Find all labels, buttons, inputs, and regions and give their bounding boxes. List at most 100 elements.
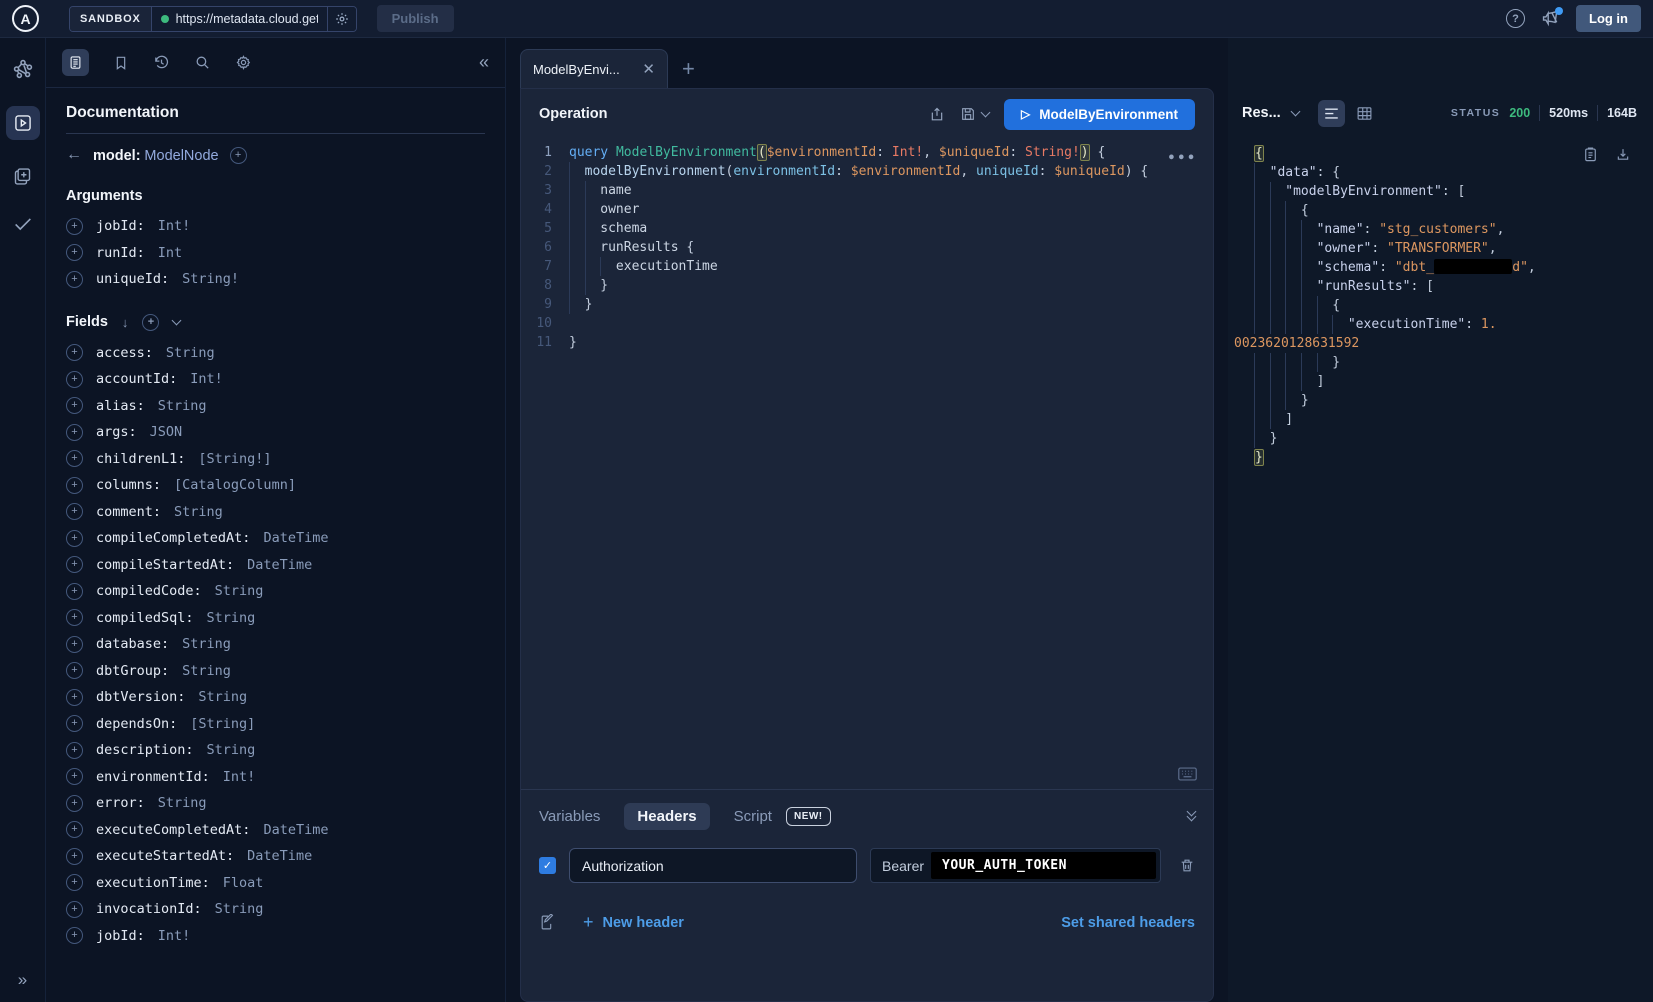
add-to-query-icon[interactable]: + xyxy=(66,848,83,865)
field-row[interactable]: +args:JSON xyxy=(66,424,485,441)
field-row[interactable]: +invocationId:String xyxy=(66,901,485,918)
save-menu-chevron-icon[interactable] xyxy=(981,107,991,117)
editor-menu[interactable]: ••• xyxy=(1168,149,1197,168)
add-to-query-icon[interactable]: + xyxy=(66,901,83,918)
field-row[interactable]: +columns:[CatalogColumn] xyxy=(66,477,485,494)
add-to-query-icon[interactable]: + xyxy=(66,218,83,235)
share-icon[interactable] xyxy=(929,106,945,123)
publish-button[interactable]: Publish xyxy=(377,5,454,32)
add-to-query-icon[interactable]: + xyxy=(66,742,83,759)
operation-tab[interactable]: ModelByEnvi... ✕ xyxy=(520,49,668,88)
edit-headers-as-text-icon[interactable] xyxy=(539,914,556,931)
field-row[interactable]: +compileCompletedAt:DateTime xyxy=(66,530,485,547)
field-row[interactable]: +uniqueId:String! xyxy=(66,271,485,288)
collapse-panel-icon[interactable]: « xyxy=(479,52,489,73)
collections-nav-item[interactable] xyxy=(12,166,33,187)
add-to-query-icon[interactable]: + xyxy=(66,371,83,388)
checks-nav-item[interactable] xyxy=(12,213,34,235)
header-value-input[interactable]: Bearer YOUR_AUTH_TOKEN xyxy=(870,848,1161,883)
header-key-input[interactable] xyxy=(569,848,857,883)
copy-response-icon[interactable] xyxy=(1583,146,1598,163)
field-row[interactable]: +access:String xyxy=(66,345,485,362)
add-to-query-icon[interactable]: + xyxy=(66,795,83,812)
field-row[interactable]: +environmentId:Int! xyxy=(66,769,485,786)
add-to-query-icon[interactable]: + xyxy=(66,503,83,520)
close-tab-icon[interactable]: ✕ xyxy=(642,60,655,78)
response-menu-chevron-icon[interactable] xyxy=(1290,106,1300,116)
field-row[interactable]: +executeCompletedAt:DateTime xyxy=(66,822,485,839)
field-row[interactable]: +compiledCode:String xyxy=(66,583,485,600)
field-row[interactable]: +accountId:Int! xyxy=(66,371,485,388)
endpoint-url[interactable]: https://metadata.cloud.get xyxy=(176,12,318,26)
download-response-icon[interactable] xyxy=(1615,146,1631,163)
raw-view-toggle[interactable] xyxy=(1318,100,1345,127)
field-row[interactable]: +error:String xyxy=(66,795,485,812)
back-arrow-icon[interactable]: ← xyxy=(66,146,82,164)
add-to-query-icon[interactable]: + xyxy=(66,344,83,361)
add-field-icon[interactable]: + xyxy=(230,147,247,164)
announcements-button[interactable] xyxy=(1541,10,1560,27)
table-view-toggle[interactable] xyxy=(1356,105,1373,122)
query-editor[interactable]: 1query ModelByEnvironment($environmentId… xyxy=(521,139,1213,789)
chevron-down-icon[interactable] xyxy=(172,315,182,325)
explorer-nav-item[interactable] xyxy=(6,106,40,140)
add-to-query-icon[interactable]: + xyxy=(66,397,83,414)
save-icon[interactable] xyxy=(960,106,976,122)
field-row[interactable]: +dbtGroup:String xyxy=(66,663,485,680)
add-to-query-icon[interactable]: + xyxy=(66,927,83,944)
sort-icon[interactable]: ↓ xyxy=(122,315,129,330)
set-shared-headers-link[interactable]: Set shared headers xyxy=(1061,915,1195,931)
add-to-query-icon[interactable]: + xyxy=(66,477,83,494)
field-row[interactable]: +dependsOn:[String] xyxy=(66,716,485,733)
header-enabled-checkbox[interactable]: ✓ xyxy=(539,857,556,874)
new-tab-button[interactable]: + xyxy=(682,58,695,80)
add-to-query-icon[interactable]: + xyxy=(66,271,83,288)
keyboard-shortcuts-icon[interactable] xyxy=(1178,767,1197,781)
login-button[interactable]: Log in xyxy=(1576,5,1641,32)
add-to-query-icon[interactable]: + xyxy=(66,636,83,653)
endpoint-settings-button[interactable] xyxy=(327,7,356,31)
add-to-query-icon[interactable]: + xyxy=(66,530,83,547)
field-row[interactable]: +alias:String xyxy=(66,398,485,415)
field-row[interactable]: +description:String xyxy=(66,742,485,759)
field-row[interactable]: +comment:String xyxy=(66,504,485,521)
add-to-query-icon[interactable]: + xyxy=(66,715,83,732)
auth-token-value[interactable]: YOUR_AUTH_TOKEN xyxy=(931,852,1156,879)
field-row[interactable]: +runId:Int xyxy=(66,245,485,262)
run-operation-button[interactable]: ▷ ModelByEnvironment xyxy=(1004,99,1195,130)
add-to-query-icon[interactable]: + xyxy=(66,244,83,261)
field-row[interactable]: +jobId:Int! xyxy=(66,928,485,945)
add-to-query-icon[interactable]: + xyxy=(66,874,83,891)
add-all-fields-icon[interactable]: + xyxy=(142,314,159,331)
tab-script[interactable]: Script xyxy=(734,808,772,825)
new-header-button[interactable]: + New header xyxy=(583,912,684,933)
field-row[interactable]: +childrenL1:[String!] xyxy=(66,451,485,468)
add-to-query-icon[interactable]: + xyxy=(66,556,83,573)
field-row[interactable]: +compileStartedAt:DateTime xyxy=(66,557,485,574)
documentation-tab-icon[interactable] xyxy=(62,49,89,76)
settings-icon[interactable] xyxy=(235,54,252,71)
add-to-query-icon[interactable]: + xyxy=(66,689,83,706)
field-row[interactable]: +dbtVersion:String xyxy=(66,689,485,706)
endpoint-url-box[interactable]: https://metadata.cloud.get xyxy=(152,7,327,31)
add-to-query-icon[interactable]: + xyxy=(66,450,83,467)
bookmark-icon[interactable] xyxy=(113,55,129,71)
add-to-query-icon[interactable]: + xyxy=(66,662,83,679)
add-to-query-icon[interactable]: + xyxy=(66,768,83,785)
history-icon[interactable] xyxy=(153,54,170,71)
collapse-section-icon[interactable] xyxy=(1188,812,1195,820)
add-to-query-icon[interactable]: + xyxy=(66,583,83,600)
expand-sidebar-icon[interactable]: » xyxy=(18,970,27,990)
field-row[interactable]: +executeStartedAt:DateTime xyxy=(66,848,485,865)
field-row[interactable]: +jobId:Int! xyxy=(66,218,485,235)
delete-header-icon[interactable] xyxy=(1179,857,1195,874)
field-row[interactable]: +database:String xyxy=(66,636,485,653)
add-to-query-icon[interactable]: + xyxy=(66,821,83,838)
breadcrumb-type[interactable]: ModelNode xyxy=(144,148,218,164)
tab-variables[interactable]: Variables xyxy=(539,808,600,825)
field-row[interactable]: +executionTime:Float xyxy=(66,875,485,892)
schema-graph-icon[interactable] xyxy=(12,58,34,80)
add-to-query-icon[interactable]: + xyxy=(66,609,83,626)
help-icon[interactable]: ? xyxy=(1506,9,1525,28)
search-icon[interactable] xyxy=(194,54,211,71)
